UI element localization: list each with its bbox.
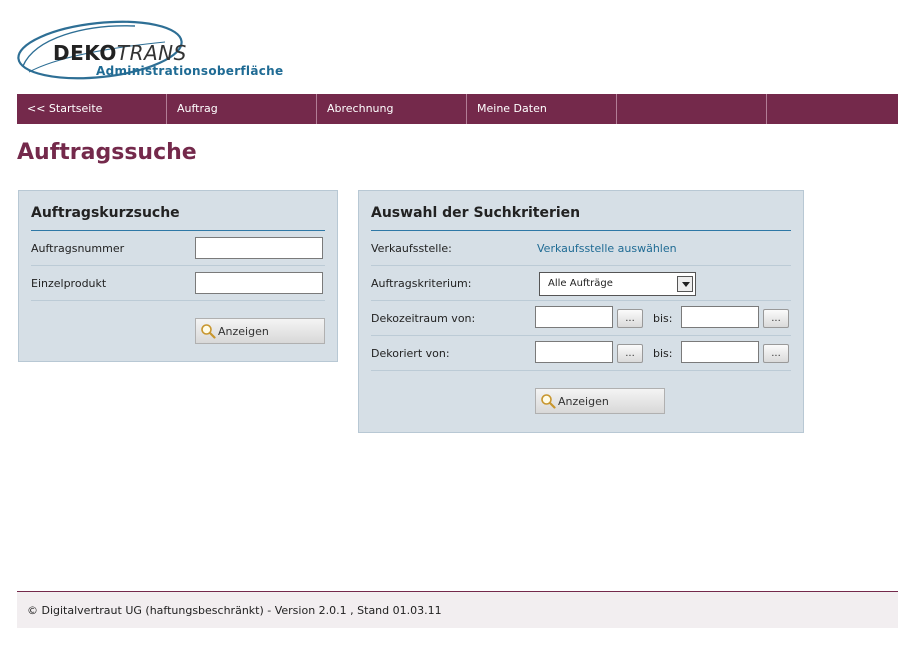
- chevron-down-icon[interactable]: [677, 276, 693, 292]
- order-number-input[interactable]: [195, 237, 323, 259]
- decorated-to-input[interactable]: [681, 341, 759, 363]
- footer: © Digitalvertraut UG (haftungsbeschränkt…: [17, 591, 898, 628]
- criterion-row: Auftragskriterium: Alle Aufträge: [371, 266, 791, 301]
- decorated-row: Dekoriert von: ... bis: ...: [371, 336, 791, 371]
- nav-item-home[interactable]: << Startseite: [17, 94, 167, 124]
- logo: DEKOTRANS Administrationsoberfläche: [15, 18, 305, 84]
- criteria-search-submit-button[interactable]: Anzeigen: [535, 388, 665, 414]
- single-product-label: Einzelprodukt: [31, 277, 107, 290]
- deco-period-from-input[interactable]: [535, 306, 613, 328]
- criteria-search-submit-label: Anzeigen: [558, 395, 609, 408]
- magnifier-icon: [201, 324, 216, 339]
- criteria-title: Auswahl der Suchkriterien: [371, 205, 791, 231]
- order-number-row: Auftragsnummer: [31, 231, 325, 266]
- nav-item-empty: [617, 94, 767, 124]
- store-label: Verkaufsstelle:: [371, 242, 452, 255]
- nav-item-my-data[interactable]: Meine Daten: [467, 94, 617, 124]
- deco-period-to-input[interactable]: [681, 306, 759, 328]
- footer-text: © Digitalvertraut UG (haftungsbeschränkt…: [27, 604, 442, 617]
- logo-brand: DEKOTRANS: [53, 41, 187, 65]
- quick-search-submit-button[interactable]: Anzeigen: [195, 318, 325, 344]
- main-nav: << Startseite Auftrag Abrechnung Meine D…: [17, 94, 898, 124]
- select-store-link[interactable]: Verkaufsstelle auswählen: [537, 242, 677, 255]
- deco-period-to-label: bis:: [653, 312, 673, 325]
- page-title: Auftragssuche: [17, 140, 197, 165]
- store-row: Verkaufsstelle: Verkaufsstelle auswählen: [371, 231, 791, 266]
- deco-period-label: Dekozeitraum von:: [371, 312, 476, 325]
- decorated-to-label: bis:: [653, 347, 673, 360]
- quick-search-title: Auftragskurzsuche: [31, 205, 325, 231]
- criterion-select[interactable]: Alle Aufträge: [539, 272, 696, 296]
- quick-search-panel: Auftragskurzsuche Auftragsnummer Einzelp…: [18, 190, 338, 362]
- criteria-panel: Auswahl der Suchkriterien Verkaufsstelle…: [358, 190, 804, 433]
- deco-period-to-picker-button[interactable]: ...: [763, 309, 789, 328]
- decorated-from-input[interactable]: [535, 341, 613, 363]
- criterion-label: Auftragskriterium:: [371, 277, 472, 290]
- logo-brand-bold: DEKO: [53, 41, 117, 65]
- quick-search-submit-label: Anzeigen: [218, 325, 269, 338]
- criterion-selected-value: Alle Aufträge: [548, 278, 613, 289]
- nav-item-billing[interactable]: Abrechnung: [317, 94, 467, 124]
- single-product-input[interactable]: [195, 272, 323, 294]
- single-product-row: Einzelprodukt: [31, 266, 325, 301]
- decorated-from-picker-button[interactable]: ...: [617, 344, 643, 363]
- logo-brand-italic: TRANS: [116, 41, 187, 65]
- order-number-label: Auftragsnummer: [31, 242, 125, 255]
- logo-subtitle: Administrationsoberfläche: [96, 64, 284, 78]
- nav-item-order[interactable]: Auftrag: [167, 94, 317, 124]
- deco-period-row: Dekozeitraum von: ... bis: ...: [371, 301, 791, 336]
- decorated-to-picker-button[interactable]: ...: [763, 344, 789, 363]
- deco-period-from-picker-button[interactable]: ...: [617, 309, 643, 328]
- decorated-label: Dekoriert von:: [371, 347, 450, 360]
- magnifier-icon: [541, 394, 556, 409]
